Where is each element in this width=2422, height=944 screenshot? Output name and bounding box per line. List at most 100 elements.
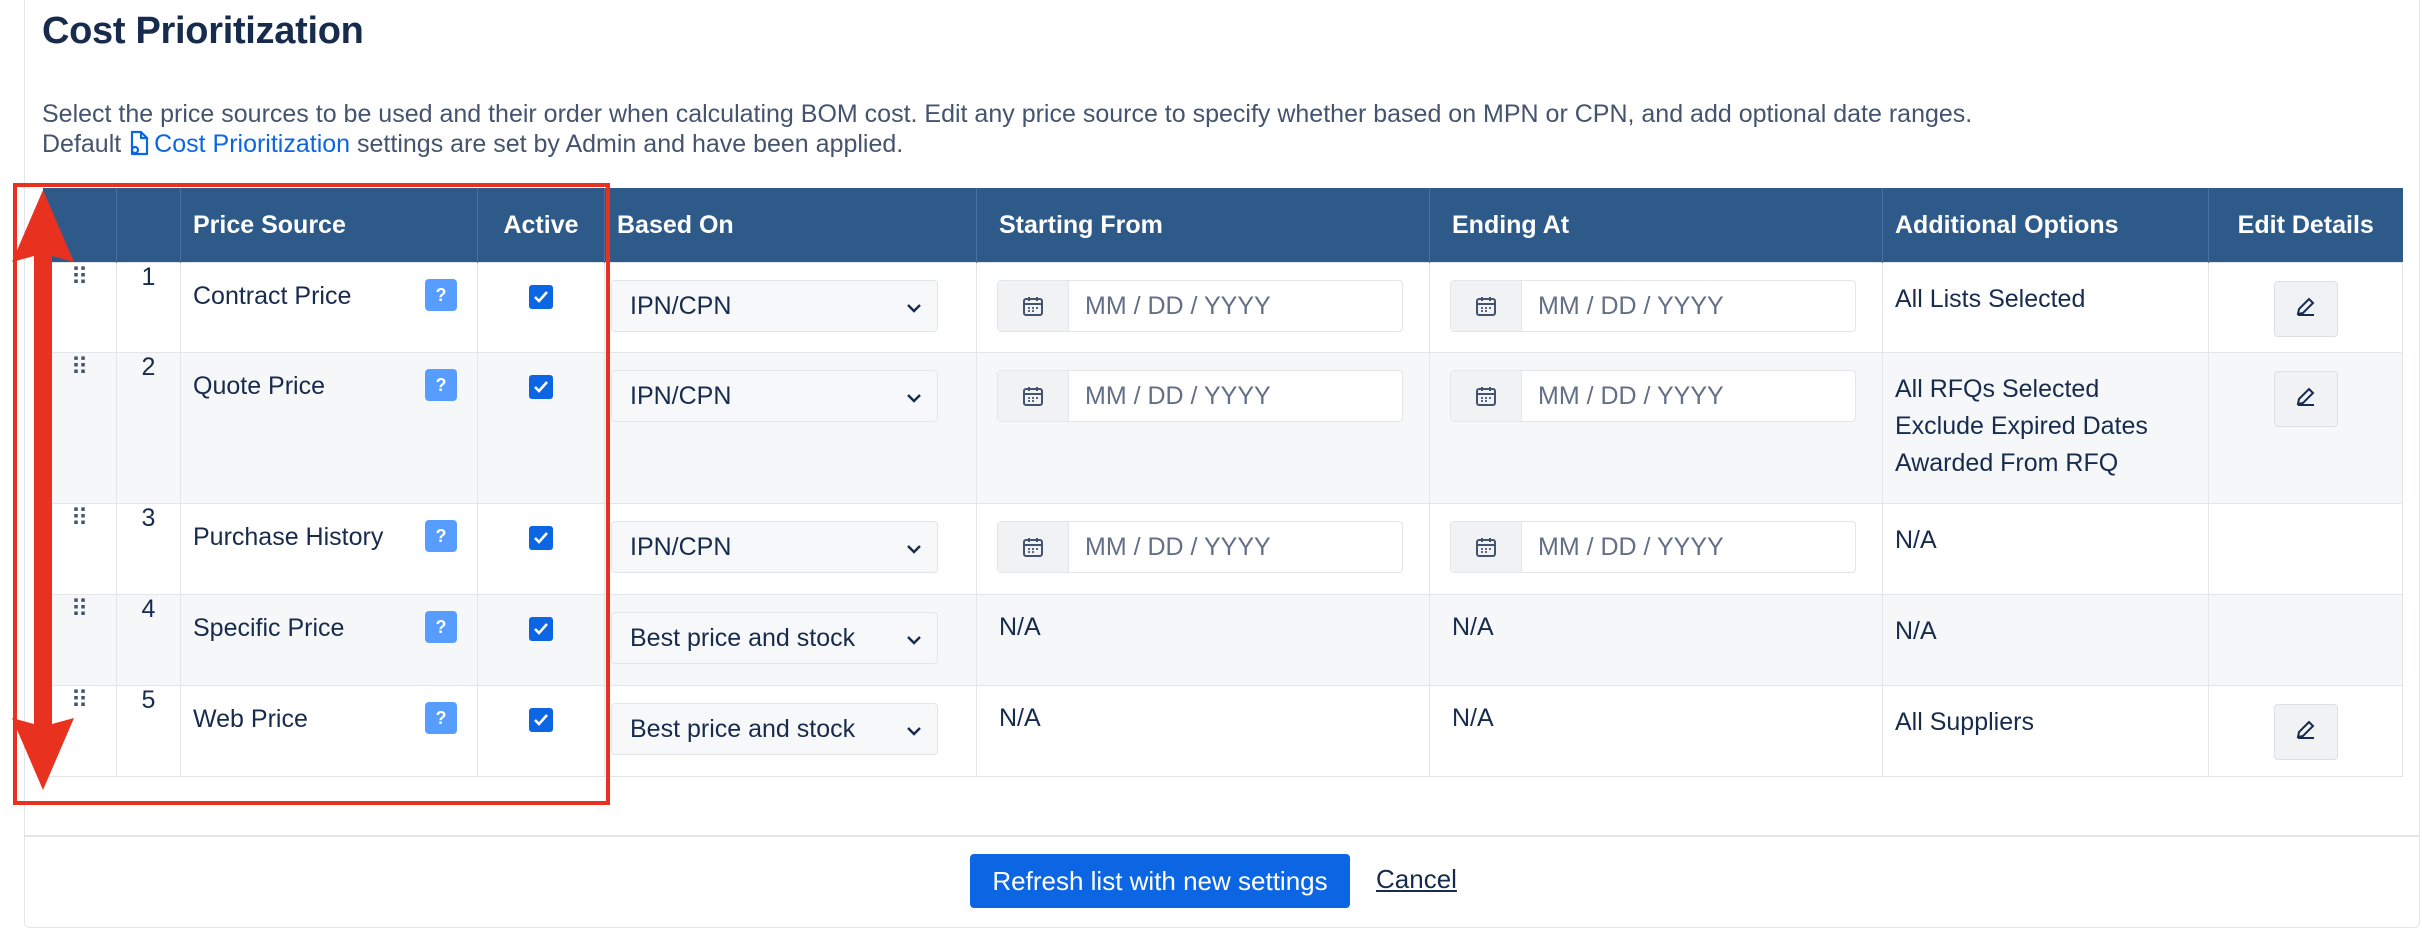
header-number [116,188,181,263]
row-number: 5 [116,685,181,777]
active-cell [477,685,605,777]
start-date-input[interactable]: MM / DD / YYYY [997,370,1403,422]
edit-details-cell [2208,262,2403,353]
ending-at-cell: N/A [1429,685,1883,777]
price-source-name: Purchase History [193,523,384,551]
document-icon [128,130,150,163]
cost-prioritization-link[interactable]: Cost Prioritization [128,130,357,158]
calendar-icon[interactable] [1451,371,1522,421]
active-cell [477,594,605,686]
edit-details-cell [2208,503,2403,595]
chevron-down-icon [905,715,923,744]
start-date-input[interactable]: MM / DD / YYYY [997,521,1403,573]
table-row: ⠿ 5 Web Price? Best price and stock N/A … [42,685,2403,777]
drag-handle-icon[interactable]: ⠿ [42,352,117,504]
table-row: ⠿ 3 Purchase History? IPN/CPN MM / DD / … [42,503,2403,595]
start-date-input[interactable]: MM / DD / YYYY [997,280,1403,332]
price-source-table: Price Source Active Based On Starting Fr… [42,188,2403,777]
active-cell [477,262,605,353]
drag-handle-icon[interactable]: ⠿ [42,262,117,353]
active-checkbox[interactable] [529,617,553,641]
price-source-name: Web Price [193,705,308,733]
active-checkbox[interactable] [529,285,553,309]
based-on-select[interactable]: IPN/CPN [611,280,938,332]
additional-options-cell: N/A [1882,594,2209,686]
ending-at-cell: MM / DD / YYYY [1429,352,1883,504]
page-description: Select the price sources to be used and … [42,99,1972,163]
help-icon[interactable]: ? [425,702,457,734]
based-on-select[interactable]: IPN/CPN [611,521,938,573]
row-number: 3 [116,503,181,595]
cost-prioritization-page: Cost Prioritization Select the price sou… [0,0,2422,944]
ending-at-cell: MM / DD / YYYY [1429,262,1883,353]
help-icon[interactable]: ? [425,520,457,552]
refresh-list-button[interactable]: Refresh list with new settings [970,854,1350,908]
additional-options-cell: N/A [1882,503,2209,595]
edit-button[interactable] [2273,371,2338,427]
header-starting-from: Starting From [976,188,1430,263]
header-based-on: Based On [604,188,977,263]
price-source-cell: Purchase History? [180,503,478,595]
based-on-select[interactable]: Best price and stock [611,612,938,664]
based-on-select[interactable]: Best price and stock [611,703,938,755]
end-date-input[interactable]: MM / DD / YYYY [1450,370,1856,422]
drag-handle-icon[interactable]: ⠿ [42,685,117,777]
active-checkbox[interactable] [529,708,553,732]
based-on-cell: Best price and stock [604,685,977,777]
drag-handle-icon[interactable]: ⠿ [42,594,117,686]
row-number: 1 [116,262,181,353]
price-source-cell: Web Price? [180,685,478,777]
help-icon[interactable]: ? [425,369,457,401]
based-on-cell: IPN/CPN [604,352,977,504]
pencil-icon [2294,294,2318,325]
chevron-down-icon [905,624,923,653]
cancel-link[interactable]: Cancel [1376,864,1457,895]
based-on-cell: IPN/CPN [604,262,977,353]
header-drag [42,188,117,263]
edit-details-cell [2208,352,2403,504]
help-icon[interactable]: ? [425,611,457,643]
chevron-down-icon [905,292,923,321]
edit-button[interactable] [2273,281,2338,337]
edit-details-cell [2208,685,2403,777]
end-date-input[interactable]: MM / DD / YYYY [1450,280,1856,332]
starting-from-cell: MM / DD / YYYY [976,503,1430,595]
page-title: Cost Prioritization [42,10,364,52]
starting-from-cell: MM / DD / YYYY [976,262,1430,353]
table-header-row: Price Source Active Based On Starting Fr… [42,188,2403,263]
footer-divider [24,835,2420,837]
header-price-source: Price Source [180,188,478,263]
table-row: ⠿ 4 Specific Price? Best price and stock… [42,594,2403,686]
edit-button[interactable] [2273,704,2338,760]
header-edit-details: Edit Details [2208,188,2403,263]
based-on-cell: Best price and stock [604,594,977,686]
active-cell [477,503,605,595]
price-source-name: Contract Price [193,282,352,310]
ending-at-cell: N/A [1429,594,1883,686]
active-checkbox[interactable] [529,526,553,550]
header-active: Active [477,188,605,263]
help-icon[interactable]: ? [425,279,457,311]
calendar-icon[interactable] [1451,522,1522,572]
ending-at-cell: MM / DD / YYYY [1429,503,1883,595]
row-number: 4 [116,594,181,686]
active-checkbox[interactable] [529,375,553,399]
calendar-icon[interactable] [998,522,1069,572]
based-on-select[interactable]: IPN/CPN [611,370,938,422]
pencil-icon [2294,717,2318,748]
price-source-cell: Specific Price? [180,594,478,686]
calendar-icon[interactable] [1451,281,1522,331]
drag-handle-icon[interactable]: ⠿ [42,503,117,595]
description-line-1: Select the price sources to be used and … [42,100,1973,128]
pencil-icon [2294,384,2318,415]
end-date-input[interactable]: MM / DD / YYYY [1450,521,1856,573]
starting-from-cell: N/A [976,685,1430,777]
price-source-cell: Quote Price? [180,352,478,504]
active-cell [477,352,605,504]
price-source-cell: Contract Price? [180,262,478,353]
calendar-icon[interactable] [998,371,1069,421]
starting-from-cell: MM / DD / YYYY [976,352,1430,504]
table-row: ⠿ 2 Quote Price? IPN/CPN MM / DD / YYYY … [42,352,2403,504]
table-row: ⠿ 1 Contract Price? IPN/CPN MM / DD / YY… [42,262,2403,353]
calendar-icon[interactable] [998,281,1069,331]
